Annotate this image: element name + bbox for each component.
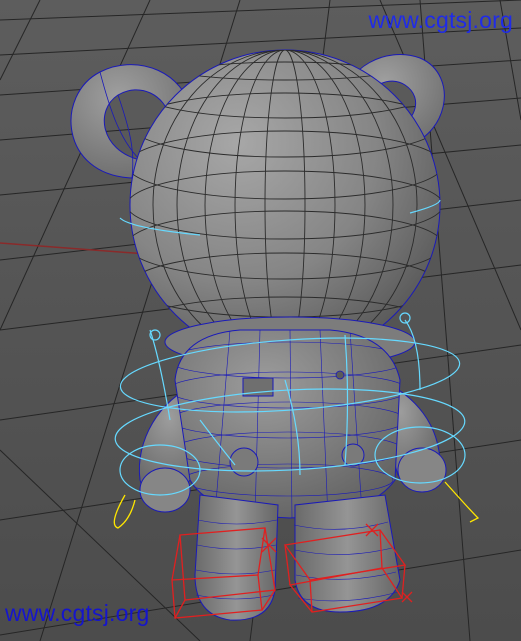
scene-canvas[interactable] <box>0 0 521 641</box>
watermark-top: www.cgtsj.org <box>368 7 513 33</box>
watermark-bottom: www.cgtsj.org <box>5 600 150 626</box>
maya-viewport[interactable]: www.cgtsj.org www.cgtsj.org <box>0 0 521 641</box>
character-body <box>174 329 401 519</box>
character-legs <box>194 494 401 621</box>
